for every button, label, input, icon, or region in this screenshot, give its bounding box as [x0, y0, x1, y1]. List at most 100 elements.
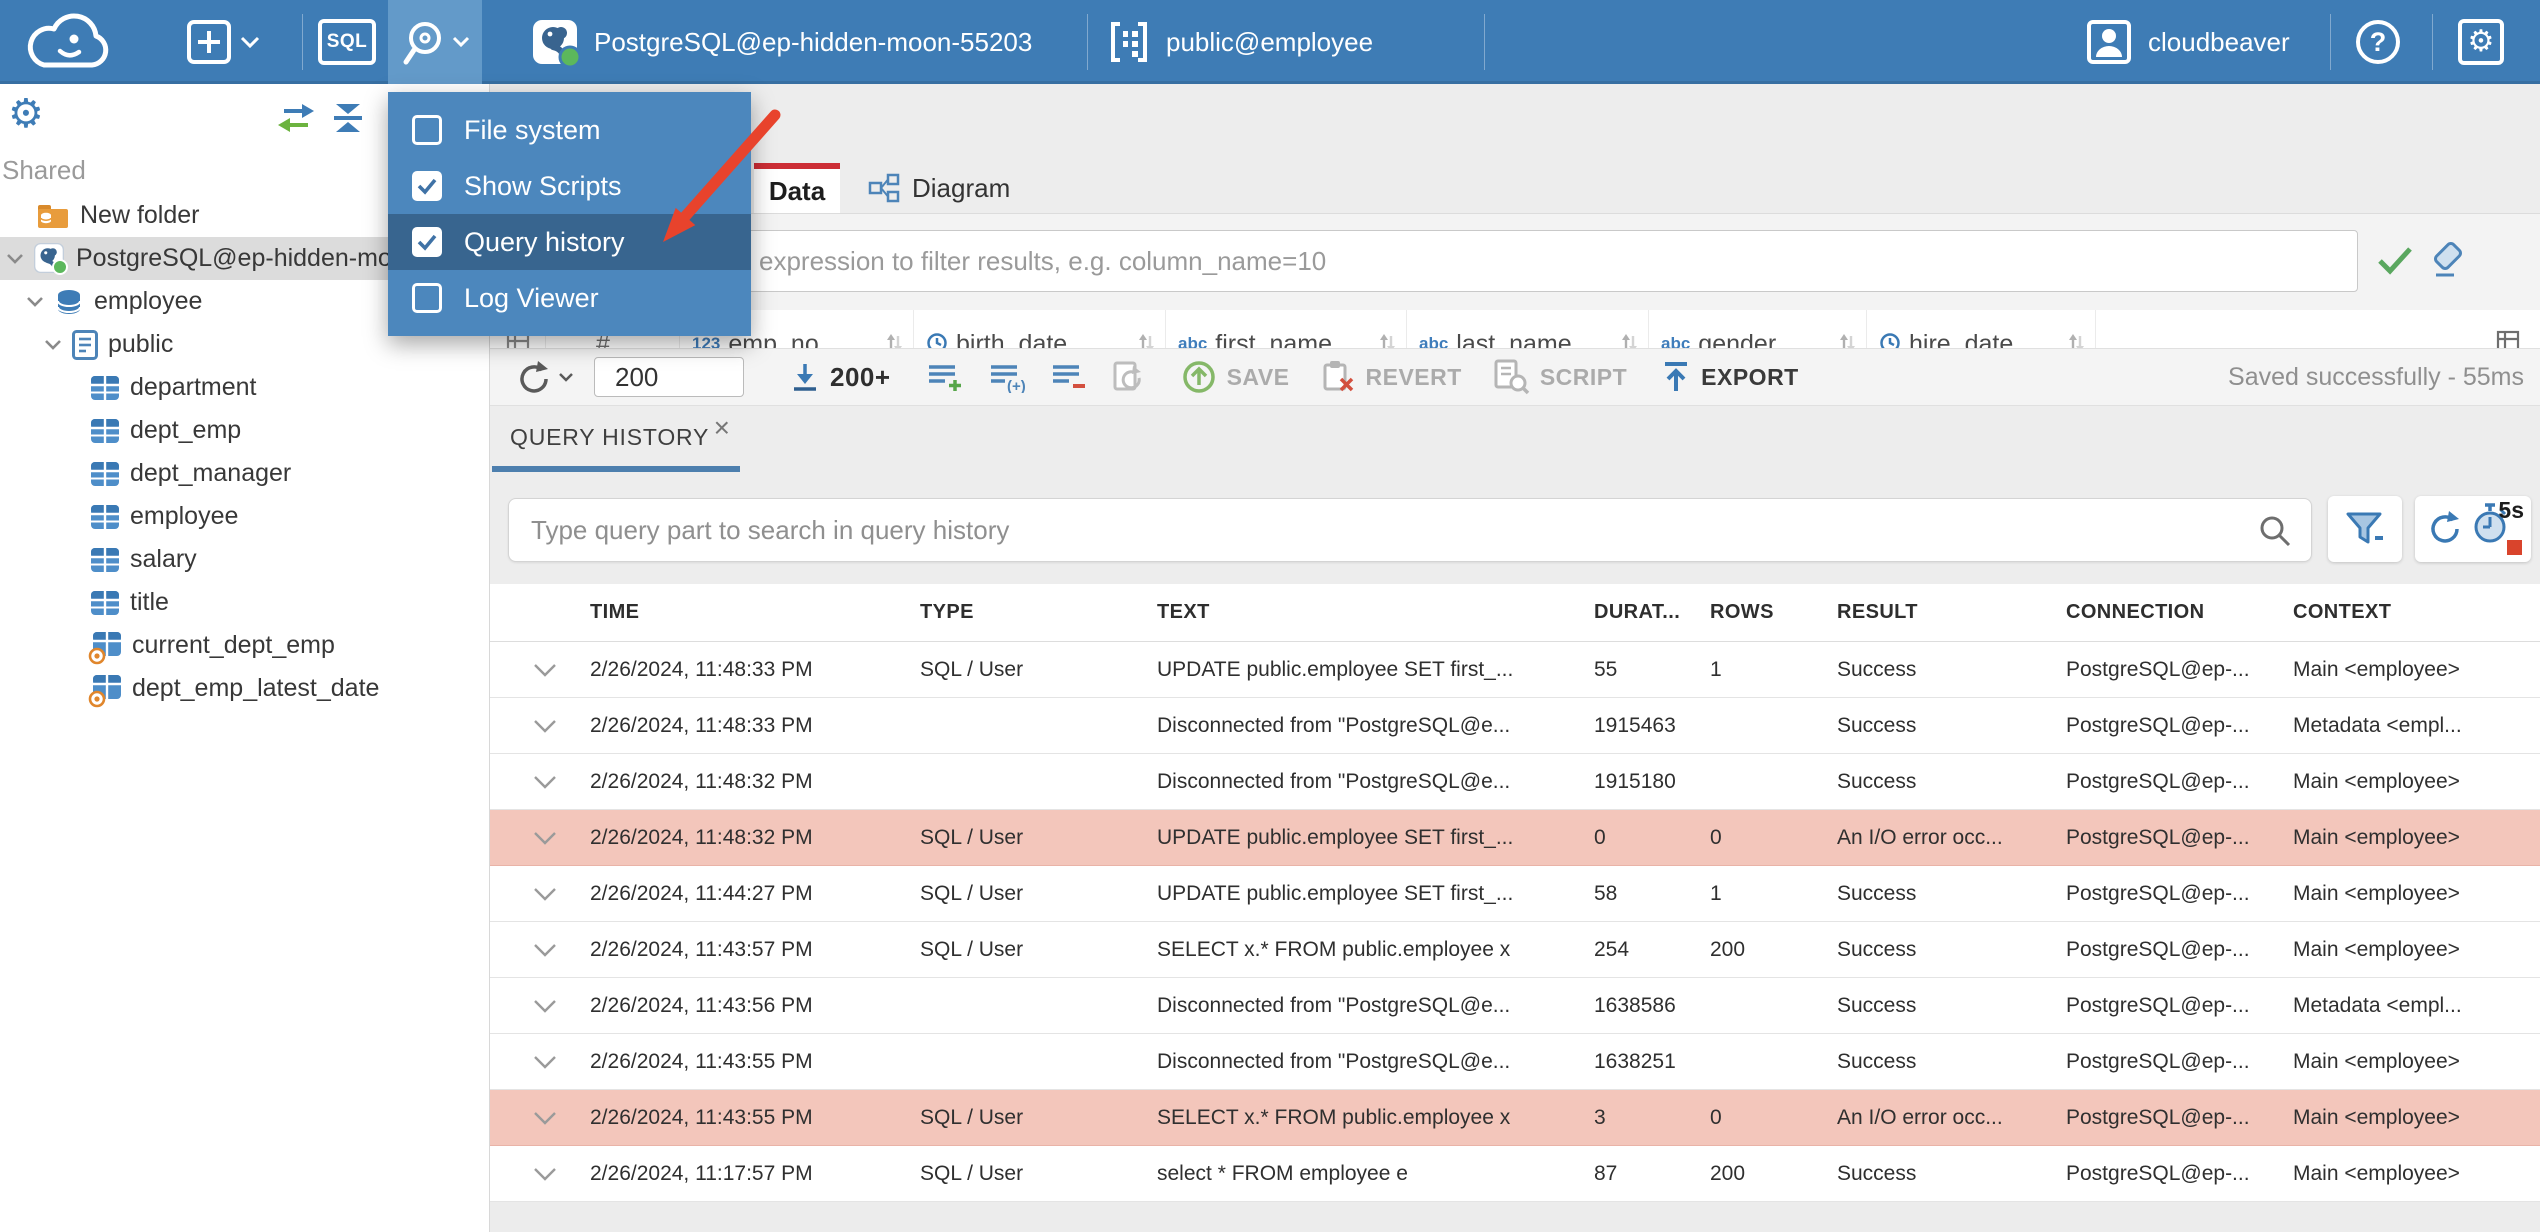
tree-chevron-icon[interactable] [26, 296, 44, 307]
help-button[interactable]: ? [2356, 0, 2400, 84]
checkbox-checked[interactable] [412, 171, 442, 201]
tree-chevron-icon[interactable] [6, 253, 24, 264]
tools-menu-button[interactable] [388, 0, 482, 84]
tree-item-table[interactable]: salary [0, 538, 489, 581]
expand-row-chevron-icon[interactable] [510, 887, 590, 901]
tab-diagram[interactable]: Diagram [842, 163, 1036, 213]
tree-item-table[interactable]: title [0, 581, 489, 624]
sort-icon[interactable] [1838, 332, 1856, 348]
grid-column-label: gender [1698, 330, 1777, 348]
sql-editor-button[interactable]: SQL [318, 0, 376, 84]
col-header-context[interactable]: CONTEXT [2293, 601, 2540, 624]
expand-row-chevron-icon[interactable] [510, 831, 590, 845]
table-row-error[interactable]: 2/26/2024, 11:48:32 PM SQL / User UPDATE… [490, 810, 2540, 866]
expand-row-chevron-icon[interactable] [510, 663, 590, 677]
expand-row-chevron-icon[interactable] [510, 1167, 590, 1181]
grid-column-label: first_name [1215, 330, 1333, 348]
col-header-connection[interactable]: CONNECTION [2066, 601, 2293, 624]
expand-row-chevron-icon[interactable] [510, 1111, 590, 1125]
table-row[interactable]: 2/26/2024, 11:48:32 PM Disconnected from… [490, 754, 2540, 810]
query-history-search-input[interactable] [508, 498, 2312, 562]
col-header-duration[interactable]: DURAT... [1594, 601, 1710, 624]
tree-chevron-icon[interactable] [44, 339, 62, 350]
delete-row-button[interactable] [1051, 361, 1087, 393]
col-header-type[interactable]: TYPE [920, 601, 1157, 624]
tree-item-view[interactable]: current_dept_emp [0, 624, 489, 667]
sort-icon[interactable] [885, 332, 903, 348]
table-row[interactable]: 2/26/2024, 11:48:33 PM Disconnected from… [490, 698, 2540, 754]
sort-icon[interactable] [1620, 332, 1638, 348]
user-menu[interactable]: cloudbeaver [2086, 0, 2290, 84]
menu-item-show-scripts[interactable]: Show Scripts [388, 158, 751, 214]
table-row[interactable]: 2/26/2024, 11:43:55 PM Disconnected from… [490, 1034, 2540, 1090]
filter-expression-input[interactable] [502, 230, 2358, 292]
cell-type: SQL / User [920, 937, 1024, 961]
grid-column-birth-date[interactable]: birth_date [914, 310, 1166, 348]
expand-row-chevron-icon[interactable] [510, 999, 590, 1013]
table-row-error[interactable]: 2/26/2024, 11:43:55 PM SQL / User SELECT… [490, 1090, 2540, 1146]
sync-connection-icon[interactable] [276, 102, 316, 139]
header-divider [302, 14, 303, 70]
refresh-document-button[interactable] [1111, 360, 1145, 394]
menu-item-query-history[interactable]: Query history [388, 214, 751, 270]
new-connection-button[interactable] [186, 0, 260, 84]
sort-icon[interactable] [1378, 332, 1396, 348]
save-button[interactable]: SAVE [1181, 359, 1290, 395]
add-row-button[interactable] [927, 361, 963, 393]
revert-button[interactable]: REVERT [1320, 360, 1462, 394]
script-button[interactable]: SCRIPT [1492, 359, 1627, 395]
grid-column-last-name[interactable]: abc last_name [1407, 310, 1649, 348]
expand-row-chevron-icon[interactable] [510, 943, 590, 957]
refresh-history-button[interactable] [2424, 508, 2462, 551]
connection-selector[interactable]: PostgreSQL@ep-hidden-moon-55203 [532, 0, 1032, 84]
cloudbeaver-logo[interactable] [16, 0, 120, 84]
grid-column-first-name[interactable]: abc first_name [1166, 310, 1407, 348]
sidebar-settings-gear-icon[interactable]: ⚙ [8, 94, 44, 134]
refresh-button[interactable] [514, 359, 574, 395]
col-header-text[interactable]: TEXT [1157, 601, 1594, 624]
table-row[interactable]: 2/26/2024, 11:17:57 PM SQL / User select… [490, 1146, 2540, 1202]
settings-button[interactable]: ⚙ [2458, 0, 2504, 84]
col-header-time[interactable]: TIME [590, 601, 920, 624]
duplicate-row-button[interactable]: (+) [989, 361, 1029, 393]
filter-funnel-button[interactable] [2328, 496, 2402, 562]
menu-item-log-viewer[interactable]: Log Viewer [388, 270, 751, 326]
checkbox-unchecked[interactable] [412, 283, 442, 313]
filter-reset-eraser-icon[interactable] [2428, 240, 2468, 285]
grid-column-hire-date[interactable]: hire_date [1867, 310, 2096, 348]
table-row[interactable]: 2/26/2024, 11:43:56 PM Disconnected from… [490, 978, 2540, 1034]
cell-result: Success [1837, 937, 1917, 961]
tree-item-table[interactable]: dept_manager [0, 452, 489, 495]
checkbox-checked[interactable] [412, 227, 442, 257]
grid-column-gender[interactable]: abc gender [1649, 310, 1867, 348]
table-row[interactable]: 2/26/2024, 11:44:27 PM SQL / User UPDATE… [490, 866, 2540, 922]
expand-row-chevron-icon[interactable] [510, 1055, 590, 1069]
tab-data[interactable]: Data [754, 163, 840, 213]
tree-item-table[interactable]: dept_emp [0, 409, 489, 452]
sort-icon[interactable] [1137, 332, 1155, 348]
table-row[interactable]: 2/26/2024, 11:43:57 PM SQL / User SELECT… [490, 922, 2540, 978]
tree-item-table[interactable]: employee [0, 495, 489, 538]
tab-query-history[interactable]: QUERY HISTORY × [492, 406, 740, 472]
schema-selector[interactable]: public@employee [1108, 0, 1373, 84]
export-button[interactable]: EXPORT [1661, 360, 1799, 394]
tree-item-view[interactable]: dept_emp_latest_date [0, 667, 489, 710]
close-icon[interactable]: × [714, 414, 730, 442]
expand-row-chevron-icon[interactable] [510, 719, 590, 733]
tree-item-table[interactable]: department [0, 366, 489, 409]
fetch-page-size-button[interactable]: 200+ [790, 361, 891, 393]
folder-icon [38, 204, 68, 228]
collapse-all-icon[interactable] [330, 102, 366, 139]
grid-customize-icon[interactable] [2096, 310, 2540, 348]
menu-item-file-system[interactable]: File system [388, 102, 751, 158]
checkbox-unchecked[interactable] [412, 115, 442, 145]
col-header-rows[interactable]: ROWS [1710, 601, 1837, 624]
sort-icon[interactable] [2067, 332, 2085, 348]
expand-row-chevron-icon[interactable] [510, 775, 590, 789]
auto-refresh-button[interactable]: 5s [2472, 497, 2524, 557]
filter-apply-check-icon[interactable] [2376, 244, 2414, 281]
row-limit-input[interactable] [594, 357, 744, 397]
col-header-result[interactable]: RESULT [1837, 601, 2066, 624]
table-row[interactable]: 2/26/2024, 11:48:33 PM SQL / User UPDATE… [490, 642, 2540, 698]
search-icon[interactable] [2258, 514, 2292, 553]
